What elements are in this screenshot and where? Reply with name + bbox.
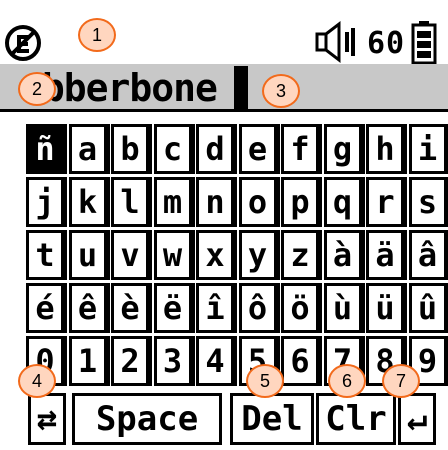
key-1-5[interactable]: o: [238, 177, 280, 227]
key-0-6[interactable]: f: [281, 124, 322, 174]
key-0-5[interactable]: e: [238, 124, 280, 174]
text-cursor: [234, 66, 248, 110]
enter-icon: ↵: [406, 399, 428, 439]
key-1-2[interactable]: l: [111, 177, 152, 227]
key-1-9[interactable]: s: [408, 177, 448, 227]
key-0-3[interactable]: c: [153, 124, 195, 174]
key-0-9[interactable]: i: [408, 124, 448, 174]
key-4-6[interactable]: 6: [281, 336, 322, 386]
key-2-9[interactable]: â: [408, 230, 448, 280]
key-3-1[interactable]: ê: [68, 283, 110, 333]
enter-button[interactable]: ↵: [398, 393, 436, 445]
key-1-4[interactable]: n: [196, 177, 237, 227]
key-1-0[interactable]: j: [26, 177, 67, 227]
key-2-4[interactable]: x: [196, 230, 237, 280]
key-0-7[interactable]: g: [323, 124, 365, 174]
key-2-2[interactable]: v: [111, 230, 152, 280]
volume-level: 60: [367, 26, 406, 61]
key-2-3[interactable]: w: [153, 230, 195, 280]
callout-5: 5: [246, 364, 284, 398]
callout-1: 1: [78, 18, 116, 52]
callout-3: 3: [262, 74, 300, 108]
callout-2: 2: [18, 72, 56, 106]
space-button[interactable]: Space: [72, 393, 222, 445]
keyboard-toggle-button[interactable]: ⇄: [28, 393, 66, 445]
key-3-3[interactable]: ë: [153, 283, 195, 333]
key-2-7[interactable]: à: [323, 230, 365, 280]
clear-button[interactable]: Clr: [316, 393, 396, 445]
key-2-0[interactable]: t: [26, 230, 67, 280]
delete-button[interactable]: Del: [230, 393, 314, 445]
key-0-2[interactable]: b: [111, 124, 152, 174]
swap-arrows-icon: ⇄: [36, 399, 58, 439]
key-2-1[interactable]: u: [68, 230, 110, 280]
key-3-6[interactable]: ö: [281, 283, 322, 333]
key-1-8[interactable]: r: [366, 177, 407, 227]
key-3-0[interactable]: é: [26, 283, 67, 333]
key-3-7[interactable]: ù: [323, 283, 365, 333]
key-2-5[interactable]: y: [238, 230, 280, 280]
key-0-0[interactable]: ñ: [26, 124, 67, 174]
clear-label: Clr: [325, 399, 387, 439]
key-3-2[interactable]: è: [111, 283, 152, 333]
key-4-3[interactable]: 3: [153, 336, 195, 386]
speaker-volume-icon: [315, 20, 355, 64]
space-label: Space: [95, 399, 199, 439]
callout-7: 7: [382, 364, 420, 398]
callout-4: 4: [18, 364, 56, 398]
key-1-6[interactable]: p: [281, 177, 322, 227]
key-4-4[interactable]: 4: [196, 336, 237, 386]
key-0-8[interactable]: h: [366, 124, 407, 174]
battery-icon: [411, 21, 437, 65]
key-3-4[interactable]: î: [196, 283, 237, 333]
key-1-3[interactable]: m: [153, 177, 195, 227]
callout-6: 6: [328, 364, 366, 398]
key-3-5[interactable]: ô: [238, 283, 280, 333]
key-1-7[interactable]: q: [323, 177, 365, 227]
key-2-8[interactable]: ä: [366, 230, 407, 280]
key-2-6[interactable]: z: [281, 230, 322, 280]
key-1-1[interactable]: k: [68, 177, 110, 227]
key-3-8[interactable]: ü: [366, 283, 407, 333]
delete-label: Del: [241, 399, 303, 439]
key-0-4[interactable]: d: [196, 124, 237, 174]
key-4-1[interactable]: 1: [68, 336, 110, 386]
key-3-9[interactable]: û: [408, 283, 448, 333]
key-4-2[interactable]: 2: [111, 336, 152, 386]
key-0-1[interactable]: a: [68, 124, 110, 174]
key-lock-icon: [5, 25, 41, 61]
